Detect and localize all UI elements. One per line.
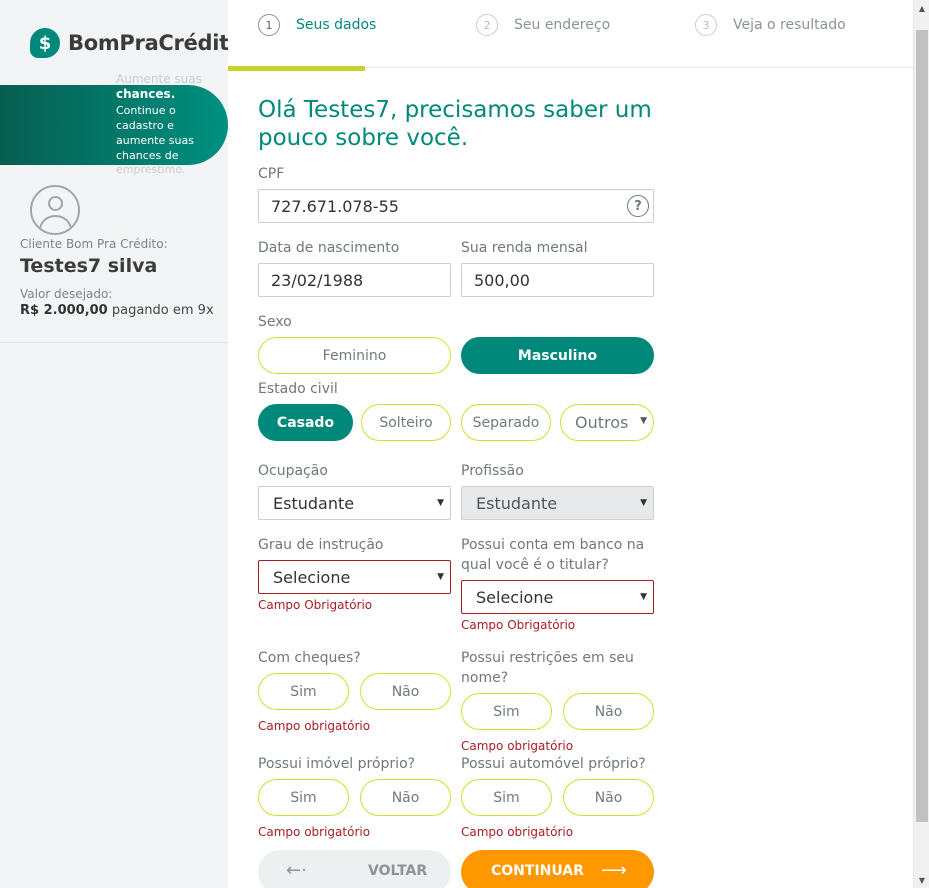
bank-account-select[interactable]: Selecione ▼	[461, 580, 654, 614]
client-label: Cliente Bom Pra Crédito:	[20, 237, 168, 251]
step-resultado[interactable]: 3 Veja o resultado	[695, 14, 846, 36]
value-label: Valor desejado:	[20, 287, 113, 301]
banner-tail-text: empréstimo.	[116, 163, 186, 176]
cheques-no-button[interactable]: Não	[360, 673, 451, 710]
step-number-3-icon: 3	[695, 14, 717, 36]
chevron-down-icon: ▼	[437, 572, 444, 582]
cpf-label: CPF	[258, 166, 285, 182]
chevron-down-icon: ▼	[640, 592, 647, 602]
bank-account-label: Possui conta em banco na qual você é o t…	[461, 537, 645, 573]
civil-status-label: Estado civil	[258, 381, 338, 397]
step-label: Seus dados	[296, 17, 377, 33]
arrow-right-icon: ⟶	[601, 860, 627, 881]
promo-banner: chances. Continue o cadastro e aumente s…	[0, 85, 228, 165]
progress-steps: 1 Seus dados 2 Seu endereço 3 Veja o res…	[228, 0, 913, 71]
restrictions-label: Possui restrições em seu nome?	[461, 650, 634, 686]
occupation-select[interactable]: Estudante ▼	[258, 486, 451, 520]
cheques-error: Campo obrigatório	[258, 719, 371, 733]
birth-date-input[interactable]: 23/02/1988	[258, 263, 451, 297]
profession-label: Profissão	[461, 463, 524, 479]
avatar-icon	[30, 185, 80, 235]
vehicle-error: Campo obrigatório	[461, 825, 574, 839]
chevron-down-icon: ▼	[640, 416, 647, 426]
brand-name: BomPraCrédito	[68, 31, 228, 55]
continue-button[interactable]: CONTINUAR ⟶	[461, 850, 654, 888]
back-label: VOLTAR	[368, 863, 428, 879]
profession-select[interactable]: Estudante ▼	[461, 486, 654, 520]
restrictions-no-button[interactable]: Não	[563, 693, 654, 730]
active-step-indicator	[228, 66, 365, 71]
value-amount: R$ 2.000,00	[20, 303, 108, 318]
value-terms: pagando em 9x	[111, 303, 214, 318]
sex-label: Sexo	[258, 314, 292, 330]
arrow-left-icon: ←·	[286, 860, 307, 881]
brand-logo[interactable]: $ BomPraCrédito	[30, 28, 228, 58]
help-icon[interactable]: ?	[627, 195, 649, 217]
step-number-2-icon: 2	[476, 14, 498, 36]
income-label: Sua renda mensal	[461, 240, 588, 256]
vehicle-yes-button[interactable]: Sim	[461, 779, 552, 816]
vehicle-no-button[interactable]: Não	[563, 779, 654, 816]
step-seu-endereco[interactable]: 2 Seu endereço	[476, 14, 610, 36]
chevron-down-icon: ▼	[437, 498, 444, 508]
restrictions-yes-button[interactable]: Sim	[461, 693, 552, 730]
restrictions-error: Campo obrigatório	[461, 739, 574, 753]
value-summary: R$ 2.000,00 pagando em 9x	[20, 303, 214, 318]
continue-label: CONTINUAR	[491, 863, 584, 879]
education-select[interactable]: Selecione ▼	[258, 560, 451, 594]
client-name: Testes7 silva	[20, 255, 158, 277]
birth-date-label: Data de nascimento	[258, 240, 400, 256]
sex-option-masculino[interactable]: Masculino	[461, 337, 654, 374]
income-input[interactable]: 500,00	[461, 263, 654, 297]
cpf-value: 727.671.078-55	[271, 196, 399, 216]
bank-account-error: Campo Obrigatório	[461, 618, 576, 632]
vehicle-label: Possui automóvel próprio?	[461, 756, 646, 772]
property-no-button[interactable]: Não	[360, 779, 451, 816]
scroll-up-icon[interactable]: ▲	[914, 0, 929, 16]
page-title: Olá Testes7, precisamos saber um pouco s…	[258, 97, 652, 151]
chevron-down-icon: ▼	[640, 498, 647, 508]
scrollbar-thumb[interactable]	[916, 30, 928, 822]
occupation-label: Ocupação	[258, 463, 328, 479]
property-error: Campo obrigatório	[258, 825, 371, 839]
step-label: Veja o resultado	[733, 17, 846, 33]
civil-option-outros-select[interactable]: Outros ▼	[560, 404, 654, 441]
step-label: Seu endereço	[514, 17, 611, 33]
back-button[interactable]: ←· VOLTAR	[258, 850, 451, 888]
property-label: Possui imóvel próprio?	[258, 756, 416, 772]
occupation-value: Estudante	[273, 493, 355, 513]
education-label: Grau de instrução	[258, 537, 384, 553]
sex-option-feminino[interactable]: Feminino	[258, 337, 451, 374]
sidebar: $ BomPraCrédito Aumente suas chances. Co…	[0, 0, 228, 888]
cheques-yes-button[interactable]: Sim	[258, 673, 349, 710]
civil-option-casado[interactable]: Casado	[258, 404, 353, 441]
profession-value: Estudante	[476, 493, 558, 513]
civil-option-separado[interactable]: Separado	[461, 404, 551, 441]
property-yes-button[interactable]: Sim	[258, 779, 349, 816]
banner-title: chances.	[116, 87, 176, 101]
cpf-input[interactable]: 727.671.078-55 ?	[258, 189, 654, 223]
education-value: Selecione	[273, 567, 351, 587]
sidebar-divider	[0, 342, 228, 343]
bank-account-value: Selecione	[476, 587, 554, 607]
vertical-scrollbar[interactable]: ▲ ▼	[913, 0, 929, 888]
civil-outros-label: Outros	[575, 413, 629, 432]
scroll-down-icon[interactable]: ▼	[914, 872, 929, 888]
education-error: Campo Obrigatório	[258, 598, 373, 612]
dollar-icon: $	[30, 28, 60, 58]
civil-option-solteiro[interactable]: Solteiro	[361, 404, 451, 441]
step-seus-dados[interactable]: 1 Seus dados	[258, 14, 376, 36]
step-number-1-icon: 1	[258, 14, 280, 36]
income-value: 500,00	[474, 270, 530, 290]
banner-text: Continue o cadastro e aumente suas chanc…	[116, 104, 194, 162]
cheques-label: Com cheques?	[258, 650, 361, 666]
birth-date-value: 23/02/1988	[271, 270, 364, 290]
